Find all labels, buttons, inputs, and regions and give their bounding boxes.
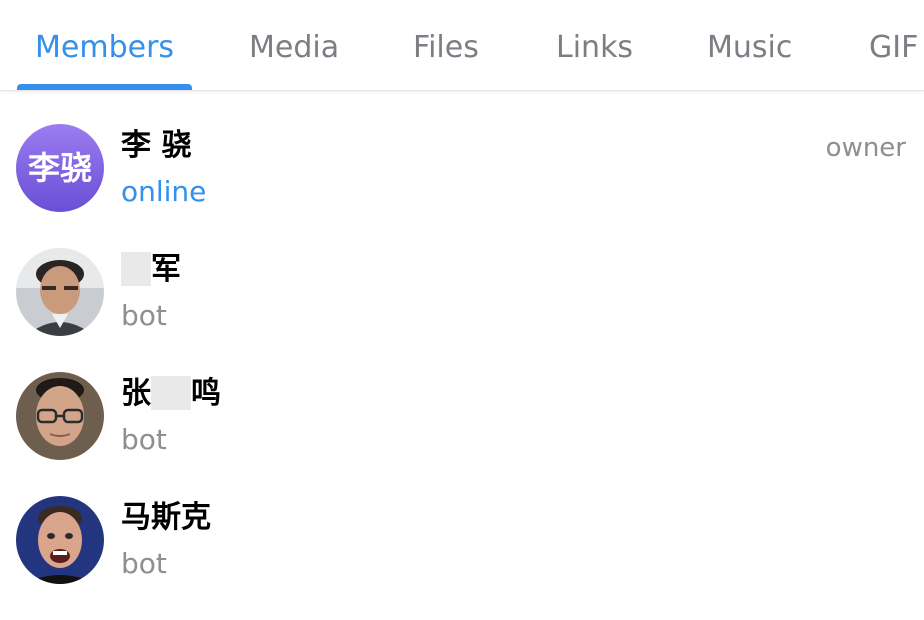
redaction-block: [151, 375, 191, 410]
tab-members[interactable]: Members: [35, 26, 174, 70]
member-name-text: 鸣: [191, 376, 221, 411]
user-photo-avatar-icon: [16, 372, 104, 460]
member-row[interactable]: 军 bot: [0, 248, 924, 372]
member-name: 马斯克: [121, 500, 211, 535]
tab-files[interactable]: Files: [413, 26, 479, 70]
member-status: bot: [121, 547, 167, 580]
member-row[interactable]: 马斯克 bot: [0, 496, 924, 620]
avatar: [16, 248, 104, 336]
redaction-block: [121, 251, 151, 286]
avatar: [16, 496, 104, 584]
tab-music[interactable]: Music: [707, 26, 792, 70]
member-name: 李 骁: [121, 128, 192, 163]
member-status: bot: [121, 299, 167, 332]
member-name-text: 军: [151, 252, 181, 287]
user-photo-avatar-icon: [16, 248, 104, 336]
member-name: 军: [121, 250, 181, 290]
member-name-text: 张: [121, 376, 151, 411]
avatar: [16, 372, 104, 460]
member-status: online: [121, 175, 207, 208]
tab-media[interactable]: Media: [249, 26, 339, 70]
member-name: 张鸣: [121, 374, 221, 414]
tab-bar: Members Media Files Links Music GIF: [0, 0, 924, 91]
member-role-badge: owner: [825, 133, 906, 163]
tab-gif[interactable]: GIF: [869, 26, 918, 70]
user-photo-avatar-icon: [16, 496, 104, 584]
avatar: 李骁: [16, 124, 104, 212]
member-row[interactable]: 李骁 李 骁 online owner: [0, 124, 924, 248]
member-row[interactable]: 张鸣 bot: [0, 372, 924, 496]
tab-links[interactable]: Links: [556, 26, 633, 70]
active-tab-indicator: [17, 84, 192, 90]
member-status: bot: [121, 423, 167, 456]
